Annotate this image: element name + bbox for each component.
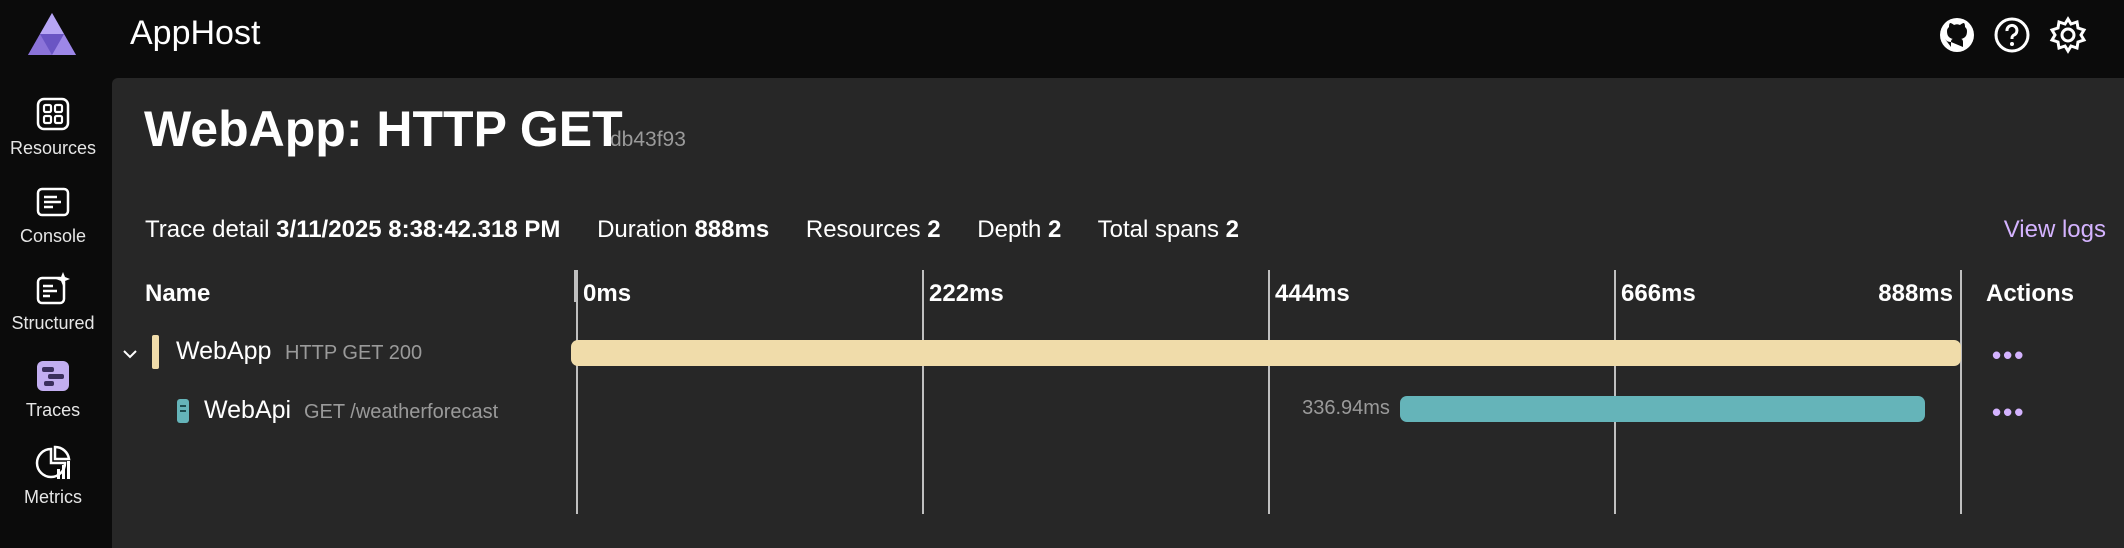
sidebar-item-resources[interactable]: Resources bbox=[0, 86, 106, 166]
depth-label: Depth bbox=[977, 216, 1042, 243]
chevron-down-icon[interactable] bbox=[120, 344, 140, 364]
timeline-tick-label: 666ms bbox=[1621, 280, 1696, 307]
sidebar-item-metrics[interactable]: Metrics bbox=[0, 435, 106, 515]
sidebar-item-label: Console bbox=[19, 226, 87, 246]
actions-column-header: Actions bbox=[1986, 280, 2075, 307]
trace-id: db43f93 bbox=[610, 128, 686, 151]
sidebar-item-structured[interactable]: Structured bbox=[0, 261, 106, 341]
sidebar-item-label: Metrics bbox=[24, 487, 82, 507]
name-column-header[interactable]: Name bbox=[145, 280, 210, 308]
span-duration-label: 336.94ms bbox=[1302, 397, 1390, 419]
view-logs-link[interactable]: View logs bbox=[2004, 216, 2106, 244]
timeline-gridline bbox=[1614, 270, 1616, 514]
sidebar-nav: Resources Console Structured Traces Metr… bbox=[0, 78, 112, 548]
resource-icon bbox=[177, 399, 189, 423]
trace-detail-value: 3/11/2025 8:38:42.318 PM bbox=[276, 216, 561, 243]
console-icon bbox=[36, 187, 70, 217]
timeline-gridline bbox=[1960, 270, 1962, 514]
app-logo-icon[interactable] bbox=[28, 13, 76, 55]
settings-icon[interactable] bbox=[2049, 16, 2087, 54]
span-actions-button[interactable]: ••• bbox=[1992, 399, 2025, 425]
total-spans-label: Total spans bbox=[1097, 216, 1219, 243]
sidebar-item-console[interactable]: Console bbox=[0, 174, 106, 254]
resources-value: 2 bbox=[927, 216, 941, 243]
sidebar-item-label: Traces bbox=[25, 400, 81, 420]
app-title[interactable]: AppHost bbox=[130, 14, 260, 53]
trace-detail-label: Trace detail bbox=[145, 216, 270, 243]
duration-label: Duration bbox=[597, 216, 688, 243]
timeline-gridline bbox=[576, 270, 578, 514]
total-spans-value: 2 bbox=[1225, 216, 1240, 243]
timeline-gridline bbox=[922, 270, 924, 514]
sidebar-item-traces[interactable]: Traces bbox=[0, 348, 106, 428]
span-actions-button[interactable]: ••• bbox=[1992, 342, 2025, 368]
span-detail: HTTP GET 200 bbox=[285, 342, 423, 364]
timeline-tick-label: 888ms bbox=[1878, 280, 1953, 307]
metrics-icon bbox=[35, 445, 71, 479]
depth-value: 2 bbox=[1048, 216, 1062, 243]
timeline-gridline bbox=[1268, 270, 1270, 514]
top-bar: AppHost bbox=[0, 0, 2124, 78]
span-name[interactable]: WebApi bbox=[204, 396, 291, 425]
help-icon[interactable] bbox=[1993, 16, 2031, 54]
github-icon[interactable] bbox=[1938, 16, 1976, 54]
structured-logs-icon bbox=[36, 272, 70, 305]
span-bar[interactable] bbox=[1399, 396, 1926, 422]
duration-value: 888ms bbox=[694, 216, 770, 243]
span-color-marker bbox=[152, 335, 159, 369]
span-bar[interactable] bbox=[571, 340, 1961, 366]
timeline-tick-label: 0ms bbox=[583, 280, 632, 307]
resources-label: Resources bbox=[805, 216, 921, 243]
main-panel: WebApp: HTTP GET db43f93 Trace detail 3/… bbox=[112, 78, 2124, 548]
span-name[interactable]: WebApp bbox=[176, 337, 271, 366]
traces-icon bbox=[37, 361, 69, 391]
resources-icon bbox=[36, 97, 70, 131]
page-title: WebApp: HTTP GET bbox=[144, 101, 623, 157]
sidebar-item-label: Structured bbox=[11, 313, 95, 333]
timeline-tick-label: 444ms bbox=[1275, 280, 1350, 307]
sidebar-item-label: Resources bbox=[9, 138, 97, 158]
timeline-tick-label: 222ms bbox=[929, 280, 1004, 307]
span-detail: GET /weatherforecast bbox=[304, 401, 499, 423]
trace-summary: Trace detail 3/11/2025 8:38:42.318 PM Du… bbox=[145, 216, 1269, 244]
